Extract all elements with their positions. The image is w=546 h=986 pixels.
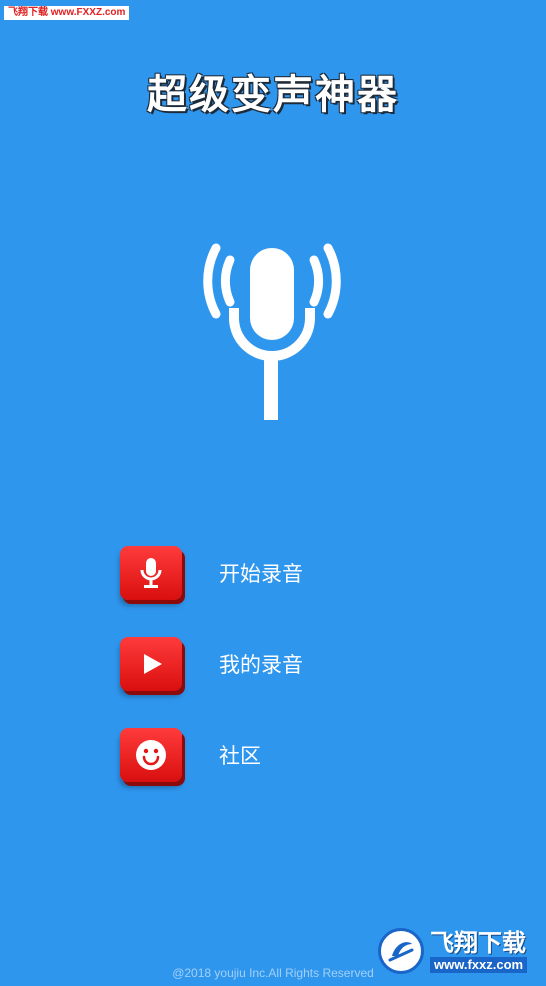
menu-label-community: 社区 [219, 744, 261, 768]
app-title: 超级变声神器 [147, 72, 399, 118]
microphone-broadcast-icon [203, 243, 341, 420]
watermark-brand: 飞翔下载 [430, 929, 526, 957]
play-folder-icon [120, 637, 182, 691]
fxxz-logo-icon [378, 928, 424, 974]
watermark-bottom: 飞翔下载 www.fxxz.com [378, 926, 538, 976]
watermark-url: www.fxxz.com [430, 957, 528, 973]
menu-community[interactable]: 社区 [120, 727, 380, 783]
menu-label-my-recordings: 我的录音 [219, 653, 303, 677]
menu-label-start-recording: 开始录音 [219, 562, 303, 586]
menu-start-recording[interactable]: 开始录音 [120, 545, 380, 601]
watermark-top: 飞翔下载 www.FXXZ.com [4, 6, 130, 20]
microphone-icon [120, 546, 182, 600]
smiley-icon [120, 728, 182, 782]
menu-my-recordings[interactable]: 我的录音 [120, 636, 380, 692]
